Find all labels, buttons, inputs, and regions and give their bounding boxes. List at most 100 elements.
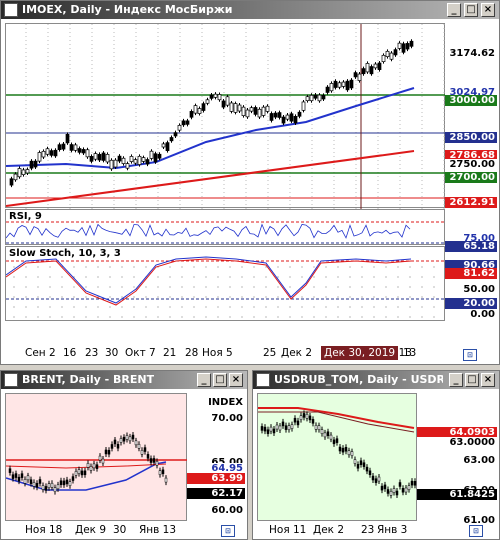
- candle-body: [329, 83, 334, 92]
- candle-body: [302, 413, 306, 418]
- grid-dot: [25, 286, 27, 288]
- brent-titlebar[interactable]: BRENT, Daily - BRENT _ □ ×: [1, 371, 247, 389]
- grid-dot: [409, 316, 411, 318]
- close-button[interactable]: ×: [229, 373, 243, 387]
- grid-dot: [325, 266, 327, 268]
- rsi-pane[interactable]: RSI, 9: [5, 209, 446, 245]
- candle-body: [29, 160, 34, 169]
- candle-body: [275, 424, 279, 430]
- candle-body: [260, 426, 264, 431]
- candle-body: [197, 108, 202, 114]
- grid-dot: [265, 276, 267, 278]
- price-label: 63.0000: [417, 437, 497, 448]
- grid-dot: [277, 316, 279, 318]
- grid-dot: [205, 286, 207, 288]
- candle-body: [333, 80, 338, 88]
- stoch-pane[interactable]: Slow Stoch, 10, 3, 3: [5, 246, 446, 321]
- candle-body: [77, 148, 82, 153]
- maximize-button[interactable]: □: [464, 3, 478, 17]
- candle-body: [377, 62, 382, 70]
- candle-body: [407, 485, 411, 490]
- grid-dot: [313, 296, 315, 298]
- main-chart-window[interactable]: IMOEX, Daily - Индекс МосБиржи _ □ × RSI…: [0, 0, 500, 365]
- grid-dot: [181, 316, 183, 318]
- grid-dot: [13, 306, 15, 308]
- grid-dot: [85, 296, 87, 298]
- candle-body: [374, 478, 378, 483]
- candle-body: [49, 150, 54, 156]
- candle-body: [109, 159, 114, 170]
- maximize-button[interactable]: □: [213, 373, 227, 387]
- candle-body: [13, 173, 18, 181]
- date-axis: Сен 2162330Окт 72128Ноя 525Дек 2Янв 13Де…: [5, 346, 445, 362]
- candle-body: [338, 446, 342, 452]
- maximize-button[interactable]: □: [465, 373, 479, 387]
- price-axis[interactable]: 3174.62 3024.97 3000.00 2850.00 2786.68 2750.…: [445, 23, 497, 321]
- grid-dot: [301, 296, 303, 298]
- grid-dot: [217, 316, 219, 318]
- scroll-marker-icon[interactable]: ⊡: [463, 349, 477, 361]
- candle-body: [45, 148, 50, 155]
- minimize-button[interactable]: _: [197, 373, 211, 387]
- scroll-marker-icon[interactable]: ⊡: [221, 525, 235, 537]
- grid-dot: [181, 296, 183, 298]
- candle-body: [329, 434, 333, 440]
- scroll-marker-icon[interactable]: ⊡: [469, 525, 483, 537]
- brent-price-pane[interactable]: [5, 393, 188, 521]
- grid-dot: [145, 286, 147, 288]
- chart-window-icon: [4, 373, 18, 387]
- grid-dot: [205, 266, 207, 268]
- main-titlebar[interactable]: IMOEX, Daily - Индекс МосБиржи _ □ ×: [1, 1, 499, 19]
- usdrub-price-pane[interactable]: [257, 393, 417, 521]
- grid-dot: [361, 276, 363, 278]
- candle-body: [110, 444, 114, 449]
- candle-body: [74, 471, 78, 476]
- date-tick-label: Ноя 5: [202, 347, 233, 359]
- candle-body: [221, 100, 226, 108]
- grid-dot: [205, 306, 207, 308]
- candle-body: [299, 415, 303, 420]
- candle-body: [95, 464, 99, 469]
- grid-dot: [385, 306, 387, 308]
- grid-dot: [25, 306, 27, 308]
- candle-body: [85, 149, 90, 158]
- candle-body: [21, 169, 26, 175]
- candle-body: [353, 459, 357, 464]
- candle-body: [143, 447, 147, 452]
- main-title: IMOEX, Daily - Индекс МосБиржи: [22, 3, 233, 16]
- grid-dot: [181, 276, 183, 278]
- brent-price-axis[interactable]: INDEX70.0065.0064.9563.9962.1760.00: [187, 393, 245, 521]
- minimize-button[interactable]: _: [449, 373, 463, 387]
- candle-body: [404, 487, 408, 493]
- grid-dot: [241, 316, 243, 318]
- candle-body: [38, 479, 42, 484]
- grid-dot: [169, 286, 171, 288]
- candle-body: [140, 450, 144, 455]
- grid-dot: [109, 276, 111, 278]
- close-button[interactable]: ×: [481, 3, 495, 17]
- usdrub-titlebar[interactable]: USDRUB_TOM, Daily - USDRUB _ □ ×: [253, 371, 499, 389]
- usdrub-price-axis[interactable]: 64.090363.000063.0062.0061.842561.00: [417, 393, 497, 526]
- grid-dot: [61, 316, 63, 318]
- grid-dot: [193, 316, 195, 318]
- candle-body: [353, 72, 358, 78]
- candle-body: [341, 447, 345, 453]
- grid-dot: [433, 276, 435, 278]
- candle-body: [68, 481, 72, 486]
- minimize-button[interactable]: _: [447, 3, 461, 17]
- candle-body: [365, 63, 370, 73]
- grid-dot: [349, 306, 351, 308]
- candle-body: [373, 63, 378, 69]
- candle-body: [401, 488, 405, 493]
- usdrub-window[interactable]: USDRUB_TOM, Daily - USDRUB _ □ × 64.0903…: [252, 370, 500, 540]
- grid-dot: [121, 276, 123, 278]
- grid-dot: [421, 286, 423, 288]
- candle-body: [209, 94, 214, 99]
- grid-dot: [325, 306, 327, 308]
- grid-dot: [325, 316, 327, 318]
- close-button[interactable]: ×: [481, 373, 495, 387]
- date-tick-label: Янв 13: [139, 524, 177, 536]
- price-pane[interactable]: [5, 23, 446, 209]
- brent-window[interactable]: BRENT, Daily - BRENT _ □ × INDEX70.0065.…: [0, 370, 248, 540]
- candle-body: [11, 474, 15, 479]
